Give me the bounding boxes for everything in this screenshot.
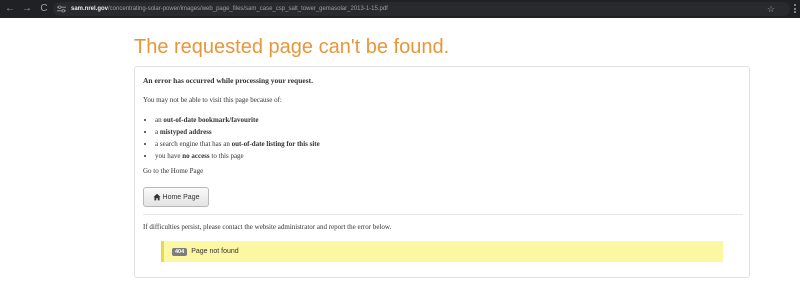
goto-home-text: Go to the Home Page (143, 167, 204, 175)
divider (143, 214, 743, 215)
reason-item: you have no access to this page (155, 150, 320, 162)
error-intro: You may not be able to visit this page b… (143, 96, 282, 104)
error-code-badge: 404 (172, 247, 188, 256)
url-path: /concentrating-solar-power/images/web_pa… (108, 6, 388, 12)
persist-text: If difficulties persist, please contact … (143, 223, 392, 231)
browser-toolbar: ← → C sam.nrel.gov/concentrating-solar-p… (0, 0, 800, 18)
forward-icon[interactable]: → (20, 2, 34, 16)
address-bar[interactable]: sam.nrel.gov/concentrating-solar-power/i… (53, 2, 790, 16)
home-icon (152, 193, 161, 201)
bookmark-star-icon[interactable]: ☆ (767, 2, 775, 16)
home-page-button-label: Home Page (162, 193, 200, 201)
reason-list: an out-of-date bookmark/favourite a mist… (149, 114, 320, 162)
error-heading: An error has occurred while processing y… (143, 76, 313, 85)
site-info-icon[interactable] (57, 5, 66, 13)
error-panel: An error has occurred while processing y… (134, 66, 750, 278)
reason-item: a mistyped address (155, 126, 320, 138)
page-title: The requested page can't be found. (134, 36, 450, 58)
home-page-button[interactable]: Home Page (143, 187, 209, 207)
url-domain: sam.nrel.gov (71, 6, 109, 12)
reason-item: a search engine that has an out-of-date … (155, 138, 320, 150)
url-text[interactable]: sam.nrel.gov/concentrating-solar-power/i… (71, 2, 751, 16)
reload-icon[interactable]: C (37, 2, 51, 16)
menu-dots-icon[interactable] (792, 3, 798, 15)
error-alert: 404 Page not found (161, 241, 723, 262)
back-icon[interactable]: ← (3, 2, 17, 16)
reason-item: an out-of-date bookmark/favourite (155, 114, 320, 126)
error-message: Page not found (191, 248, 239, 255)
